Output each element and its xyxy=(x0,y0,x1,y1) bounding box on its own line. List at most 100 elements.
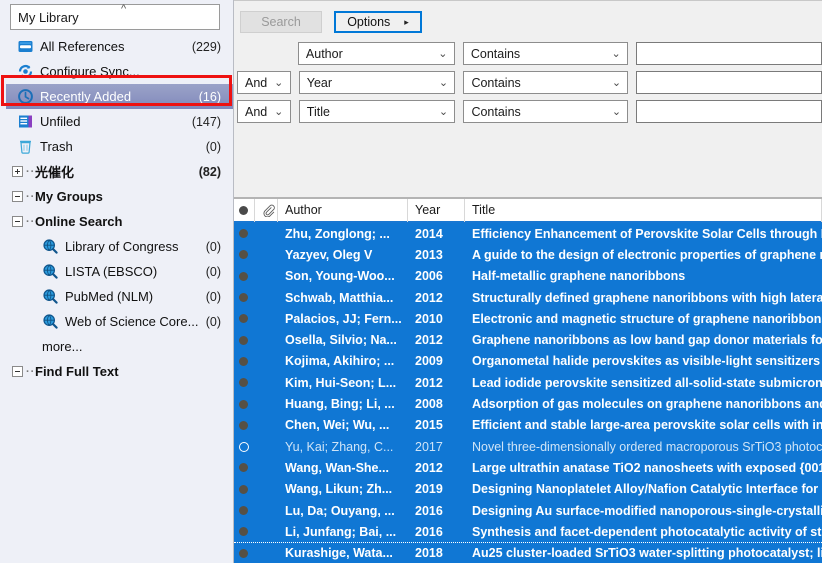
read-status-cell[interactable] xyxy=(234,415,255,436)
clock-icon xyxy=(17,88,34,105)
search-term-input[interactable] xyxy=(636,71,822,94)
boolean-operator-select[interactable]: And ⌄ xyxy=(237,71,291,94)
sidebar-item-online-search[interactable]: ·· Online Search xyxy=(6,209,233,234)
table-row[interactable]: Wang, Wan-She... 2012 Large ultrathin anat… xyxy=(234,457,822,479)
search-field-select[interactable]: Year ⌄ xyxy=(298,71,456,94)
table-row[interactable]: Chen, Wei; Wu, ... 2015 Efficient and stab… xyxy=(234,414,822,436)
read-status-cell[interactable] xyxy=(234,372,255,393)
library-selector-value: My Library xyxy=(18,9,79,25)
chevron-down-icon: ⌄ xyxy=(274,77,284,89)
read-status-cell[interactable] xyxy=(234,457,255,478)
year-cell: 2009 xyxy=(415,354,443,369)
expander-minus-icon[interactable] xyxy=(12,366,23,377)
search-globe-icon xyxy=(42,263,59,280)
read-dot-icon xyxy=(239,399,248,409)
search-term-input[interactable] xyxy=(636,100,822,123)
table-row[interactable]: Kojima, Akihiro; ... 2009 Organometal hali… xyxy=(234,350,822,373)
sidebar-item-lista-ebsco[interactable]: LISTA (EBSCO) (0) xyxy=(6,259,233,284)
read-status-cell[interactable] xyxy=(234,500,255,521)
title-cell: Half-metallic graphene nanoribbons xyxy=(472,269,686,284)
read-status-cell[interactable] xyxy=(234,521,255,542)
table-row[interactable]: Zhu, Zonglong; ... 2014 Efficiency Enhance… xyxy=(234,223,822,245)
year-cell: 2012 xyxy=(415,460,443,475)
title-cell: Designing Nanoplatelet Alloy/Nafion Cata… xyxy=(472,482,822,497)
read-status-cell[interactable] xyxy=(234,393,255,414)
title-cell: Efficiency Enhancement of Perovskite Sol… xyxy=(472,226,822,241)
table-row[interactable]: Huang, Bing; Li, ... 2008 Adsorption of ga… xyxy=(234,393,822,415)
sidebar-item-label: LISTA (EBSCO) xyxy=(65,264,158,279)
attachment-cell xyxy=(255,223,278,244)
sidebar-item-recently-added[interactable]: Recently Added (16) xyxy=(6,84,233,109)
boolean-operator-select[interactable]: And ⌄ xyxy=(237,100,291,123)
attachment-cell xyxy=(255,479,278,500)
read-status-cell[interactable] xyxy=(234,308,255,329)
sidebar-item-more[interactable]: more... xyxy=(6,334,233,359)
sidebar-item-find-full-text[interactable]: ·· Find Full Text xyxy=(6,359,233,384)
sidebar-item-unfiled[interactable]: Unfiled (147) xyxy=(6,109,233,134)
column-header-year[interactable]: Year xyxy=(408,199,465,222)
sidebar-item-library-of-congress[interactable]: Library of Congress (0) xyxy=(6,234,233,259)
expander-minus-icon[interactable] xyxy=(12,191,23,202)
sidebar-item-pubmed-nlm[interactable]: PubMed (NLM) (0) xyxy=(6,284,233,309)
sidebar-item-[interactable]: ·· 光催化 (82) xyxy=(6,159,233,184)
sidebar-item-trash[interactable]: Trash (0) xyxy=(6,134,233,159)
title-cell: Novel three-dimensionally ordered macrop… xyxy=(472,439,822,454)
sidebar-item-label: All References xyxy=(40,39,125,54)
table-row[interactable]: Son, Young-Woo... 2006 Half-metallic graph… xyxy=(234,265,822,287)
library-selector[interactable]: My Library ^ xyxy=(10,4,220,30)
year-cell: 2014 xyxy=(415,226,443,241)
triangle-right-icon: ▸ xyxy=(404,16,409,27)
read-dot-icon xyxy=(239,506,248,515)
table-row[interactable]: Yazyev, Oleg V 2013 A guide to the design … xyxy=(234,244,822,266)
search-button[interactable]: Search xyxy=(240,11,322,33)
column-header-attachment[interactable] xyxy=(255,199,278,222)
table-row[interactable]: Kurashige, Wata... 2018 Au25 cluster-loade… xyxy=(234,542,822,563)
sidebar-item-all-references[interactable]: All References (229) xyxy=(6,34,233,59)
search-operator-select[interactable]: Contains ⌄ xyxy=(463,71,629,94)
results-list: Author Year Title Zhu, Zonglong; ... 2014… xyxy=(234,197,822,563)
author-cell: Chen, Wei; Wu, ... xyxy=(285,418,390,433)
table-row[interactable]: Li, Junfang; Bai, ... 2016 Synthesis and f… xyxy=(234,521,822,543)
search-field-select[interactable]: Author ⌄ xyxy=(297,42,455,65)
chevron-down-icon: ⌄ xyxy=(611,48,621,60)
read-dot-icon xyxy=(239,378,248,388)
search-operator-select[interactable]: Contains ⌄ xyxy=(462,42,629,65)
read-status-cell[interactable] xyxy=(234,223,255,244)
read-status-cell[interactable] xyxy=(234,244,255,265)
sidebar-item-configure-sync[interactable]: Configure Sync... xyxy=(6,59,233,84)
author-cell: Zhu, Zonglong; ... xyxy=(285,226,390,241)
search-term-input[interactable] xyxy=(636,42,822,65)
boolean-operator-select-value: And xyxy=(245,104,268,119)
options-button[interactable]: Options ▸ xyxy=(334,11,422,33)
table-row[interactable]: Schwab, Matthia... 2012 Structurally defin… xyxy=(234,286,822,309)
read-status-cell[interactable] xyxy=(234,266,255,287)
read-status-cell[interactable] xyxy=(234,479,255,500)
expander-plus-icon[interactable] xyxy=(12,166,23,177)
expander-minus-icon[interactable] xyxy=(12,216,23,227)
read-status-cell[interactable] xyxy=(234,436,255,457)
read-status-cell[interactable] xyxy=(234,543,255,562)
read-status-cell[interactable] xyxy=(234,351,255,372)
sidebar-item-my-groups[interactable]: ·· My Groups xyxy=(6,184,233,209)
column-header-read-status[interactable] xyxy=(234,199,255,222)
table-row[interactable]: Kim, Hui-Seon; L... 2012 Lead iodide perov… xyxy=(234,372,822,394)
table-row[interactable]: Yu, Kai; Zhang, C... 2017 Novel three-dime… xyxy=(234,435,822,458)
table-row[interactable]: Osella, Silvio; Na... 2012 Graphene nanori… xyxy=(234,329,822,351)
paperclip-icon xyxy=(263,204,275,217)
sidebar-item-label: Online Search xyxy=(35,214,123,229)
read-status-cell[interactable] xyxy=(234,287,255,308)
year-cell: 2010 xyxy=(415,311,443,326)
column-header-title[interactable]: Title xyxy=(465,199,822,222)
column-header-author[interactable]: Author xyxy=(278,199,408,222)
results-body: Zhu, Zonglong; ... 2014 Efficiency Enhance… xyxy=(234,223,822,563)
read-status-cell[interactable] xyxy=(234,329,255,350)
year-cell: 2015 xyxy=(415,418,443,433)
table-row[interactable]: Palacios, JJ; Fern... 2010 Electronic and … xyxy=(234,308,822,330)
search-field-select[interactable]: Title ⌄ xyxy=(298,100,456,123)
search-operator-select-value: Contains xyxy=(471,104,521,119)
read-dot-icon xyxy=(239,271,248,281)
sidebar-item-web-of-science-core[interactable]: Web of Science Core... (0) xyxy=(6,309,233,334)
table-row[interactable]: Wang, Likun; Zh... 2019 Designing Nanoplat… xyxy=(234,478,822,500)
table-row[interactable]: Lu, Da; Ouyang, ... 2016 Designing Au surf… xyxy=(234,499,822,522)
search-operator-select[interactable]: Contains ⌄ xyxy=(463,100,629,123)
